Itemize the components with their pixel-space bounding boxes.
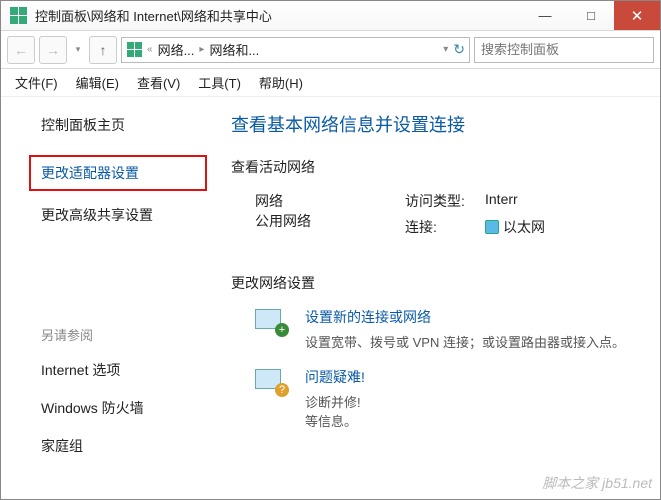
menu-file[interactable]: 文件(F) bbox=[15, 73, 58, 92]
troubleshoot-icon: ? bbox=[255, 367, 289, 397]
breadcrumb-sep-icon: « bbox=[147, 44, 153, 55]
main-panel: 查看基本网络信息并设置连接 查看活动网络 网络 公用网络 访问类型: Inter… bbox=[231, 97, 660, 499]
sidebar-advanced-sharing[interactable]: 更改高级共享设置 bbox=[41, 205, 207, 225]
page-heading: 查看基本网络信息并设置连接 bbox=[231, 111, 650, 137]
troubleshoot-row: ? 问题疑难! 诊断并修! 等信息。 bbox=[231, 367, 650, 432]
troubleshoot-link[interactable]: 问题疑难! bbox=[305, 367, 365, 387]
breadcrumb-seg-1[interactable]: 网络... bbox=[158, 40, 195, 59]
sidebar: 控制面板主页 更改适配器设置 更改高级共享设置 另请参阅 Internet 选项… bbox=[1, 97, 231, 499]
network-type: 公用网络 bbox=[255, 211, 405, 231]
navigation-row: ← → ▾ ↑ « 网络... ▸ 网络和... ▾ ↻ bbox=[1, 31, 660, 69]
ethernet-icon bbox=[485, 220, 499, 234]
connection-link[interactable]: 以太网 bbox=[485, 217, 545, 237]
setup-connection-icon: + bbox=[255, 307, 289, 337]
history-dropdown[interactable]: ▾ bbox=[71, 44, 85, 55]
watermark: 脚本之家 jb51.net bbox=[542, 473, 652, 493]
breadcrumb-seg-2[interactable]: 网络和... bbox=[209, 40, 259, 59]
access-type-value: Interr bbox=[485, 191, 518, 211]
setup-connection-desc: 设置宽带、拨号或 VPN 连接；或设置路由器或接入点。 bbox=[305, 333, 625, 353]
refresh-icon[interactable]: ↻ bbox=[453, 41, 465, 58]
maximize-button[interactable]: □ bbox=[568, 1, 614, 30]
setup-connection-link[interactable]: 设置新的连接或网络 bbox=[305, 307, 625, 327]
sidebar-see-also-label: 另请参阅 bbox=[41, 325, 207, 344]
network-block: 网络 公用网络 访问类型: Interr 连接: 以太网 bbox=[231, 191, 650, 243]
window-buttons: — □ ✕ bbox=[522, 1, 660, 30]
menu-view[interactable]: 查看(V) bbox=[137, 73, 180, 92]
window-title: 控制面板\网络和 Internet\网络和共享中心 bbox=[35, 6, 522, 25]
sidebar-change-adapter[interactable]: 更改适配器设置 bbox=[29, 155, 207, 191]
location-icon bbox=[126, 42, 142, 58]
close-button[interactable]: ✕ bbox=[614, 1, 660, 30]
titlebar: 控制面板\网络和 Internet\网络和共享中心 — □ ✕ bbox=[1, 1, 660, 31]
sidebar-home[interactable]: 控制面板主页 bbox=[41, 115, 207, 135]
troubleshoot-desc: 诊断并修! 等信息。 bbox=[305, 393, 365, 432]
menu-edit[interactable]: 编辑(E) bbox=[76, 73, 119, 92]
connection-value: 以太网 bbox=[503, 219, 545, 235]
search-input[interactable] bbox=[474, 37, 654, 63]
back-button[interactable]: ← bbox=[7, 36, 35, 64]
minimize-button[interactable]: — bbox=[522, 1, 568, 30]
menu-tools[interactable]: 工具(T) bbox=[198, 73, 241, 92]
sidebar-homegroup[interactable]: 家庭组 bbox=[41, 436, 207, 456]
forward-button[interactable]: → bbox=[39, 36, 67, 64]
content-area: 控制面板主页 更改适配器设置 更改高级共享设置 另请参阅 Internet 选项… bbox=[1, 97, 660, 499]
sidebar-internet-options[interactable]: Internet 选项 bbox=[41, 360, 207, 380]
connection-label: 连接: bbox=[405, 217, 485, 237]
active-network-label: 查看活动网络 bbox=[231, 157, 650, 177]
setup-new-connection-row: + 设置新的连接或网络 设置宽带、拨号或 VPN 连接；或设置路由器或接入点。 bbox=[231, 307, 650, 353]
change-network-label: 更改网络设置 bbox=[231, 273, 650, 293]
address-dropdown-icon[interactable]: ▾ bbox=[443, 44, 448, 55]
menu-help[interactable]: 帮助(H) bbox=[259, 73, 303, 92]
access-type-label: 访问类型: bbox=[405, 191, 485, 211]
control-panel-icon bbox=[9, 7, 27, 25]
sidebar-windows-firewall[interactable]: Windows 防火墙 bbox=[41, 398, 207, 418]
menu-bar: 文件(F) 编辑(E) 查看(V) 工具(T) 帮助(H) bbox=[1, 69, 660, 97]
breadcrumb-sep-icon: ▸ bbox=[199, 44, 204, 55]
address-bar[interactable]: « 网络... ▸ 网络和... ▾ ↻ bbox=[121, 37, 470, 63]
up-button[interactable]: ↑ bbox=[89, 36, 117, 64]
network-name: 网络 bbox=[255, 191, 405, 211]
